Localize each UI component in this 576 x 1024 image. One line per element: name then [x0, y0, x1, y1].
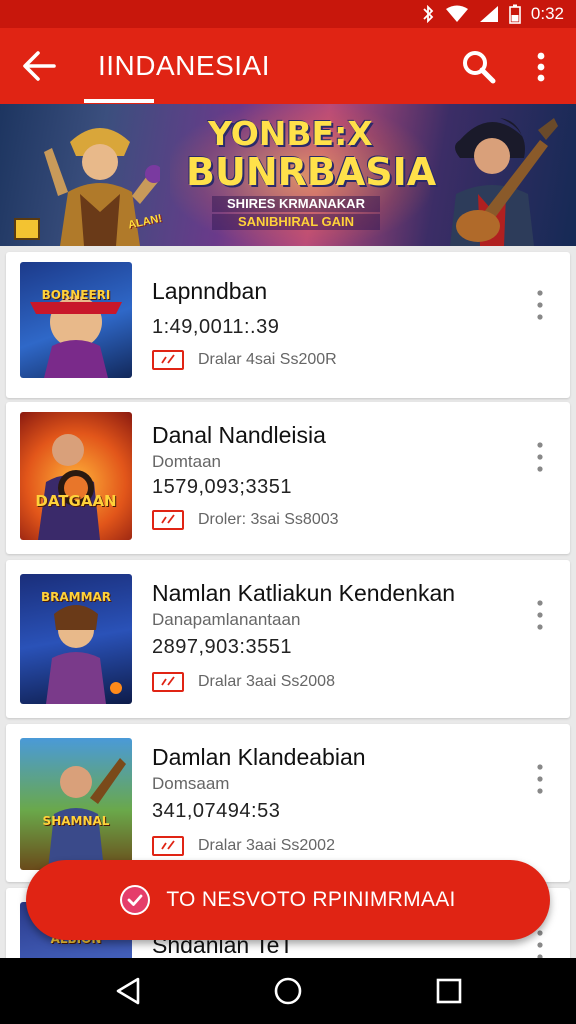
tab-indicator [84, 99, 154, 103]
item-more-icon[interactable] [532, 440, 548, 474]
item-subtitle: Danapamlanantaan [152, 610, 301, 629]
primary-action-button[interactable]: TO NESVOTO RPINIMRMAAI [26, 860, 550, 940]
back-arrow-icon[interactable] [20, 48, 60, 84]
item-more-icon[interactable] [532, 928, 548, 962]
page-title: IINDANESIAI [98, 50, 270, 81]
game-thumbnail: DATGAAN [20, 412, 132, 540]
ticket-icon [152, 350, 184, 370]
item-name: Namlan Katliakun Kendenkan [152, 580, 456, 606]
game-thumbnail: BRAMMAR [20, 574, 132, 704]
ticket-icon [152, 510, 184, 530]
banner-subtitle-2: SANIBHIRAL GAIN [212, 214, 380, 230]
signal-icon [479, 6, 498, 22]
banner-headline-2: BUNRBASIA [186, 150, 437, 194]
game-thumbnail: BORNEERI [20, 262, 132, 378]
status-time: 0:32 [530, 4, 564, 23]
status-bar: 0:32 [0, 0, 576, 28]
banner-badge-left [14, 218, 40, 240]
item-more-icon[interactable] [532, 598, 548, 632]
more-vert-icon[interactable] [527, 48, 555, 86]
item-meta-text: Dralar 3aai Ss2002 [198, 837, 335, 854]
wifi-icon [445, 5, 468, 22]
hero-right-illustration [450, 118, 558, 246]
nav-home-icon[interactable] [273, 976, 303, 1006]
item-name: Damlan Klandeabian [152, 744, 366, 770]
list-item[interactable]: BORNEERI Lapnndban 1:49,0011:.39 Dralar … [6, 252, 570, 398]
list-item[interactable]: BRAMMAR Namlan Katliakun Kendenkan Danap… [6, 560, 570, 718]
item-meta: Droler: 3sai Ss8003 [152, 510, 339, 530]
thumbnail-title: SHAMNAL [42, 814, 110, 828]
game-thumbnail: SHAMNAL [20, 738, 132, 870]
thumbnail-title: DATGAAN [35, 492, 117, 510]
system-nav-bar [0, 958, 576, 1024]
item-subtitle: Domsaam [152, 774, 230, 793]
app-bar: IINDANESIAI [0, 28, 576, 104]
item-meta: Dralar 4sai Ss200R [152, 350, 337, 370]
ticket-icon [152, 672, 184, 692]
item-number: 341,07494:53 [152, 800, 281, 822]
list-item[interactable]: SHAMNAL Damlan Klandeabian Domsaam 341,0… [6, 724, 570, 882]
bluetooth-icon [423, 5, 434, 23]
item-meta-text: Dralar 3aai Ss2008 [198, 673, 335, 690]
item-meta-text: Droler: 3sai Ss8003 [198, 511, 339, 528]
item-number: 2897,903:3551 [152, 636, 292, 658]
ticket-icon [152, 836, 184, 856]
item-more-icon[interactable] [532, 762, 548, 796]
nav-back-icon[interactable] [114, 976, 144, 1006]
primary-action-label: TO NESVOTO RPINIMRMAAI [166, 888, 456, 911]
banner-subtitle-1: SHIRES KRMANAKAR [212, 196, 380, 212]
item-name: Lapnndban [152, 278, 268, 304]
banner-headline-1: YONBE:X [208, 114, 373, 153]
item-subtitle: Domtaan [152, 452, 221, 471]
item-meta: Dralar 3aai Ss2002 [152, 836, 335, 856]
item-meta-text: Dralar 4sai Ss200R [198, 351, 337, 368]
item-number: 1579,093;3351 [152, 476, 292, 498]
battery-icon [509, 4, 521, 24]
check-circle-icon [120, 885, 151, 915]
item-number: 1:49,0011:.39 [152, 316, 280, 338]
nav-recents-icon[interactable] [434, 976, 464, 1006]
item-more-icon[interactable] [532, 288, 548, 322]
thumbnail-title: BORNEERI [41, 288, 111, 302]
item-name: Danal Nandleisia [152, 422, 326, 448]
item-meta: Dralar 3aai Ss2008 [152, 672, 335, 692]
thumbnail-title: BRAMMAR [40, 590, 112, 604]
search-icon[interactable] [460, 48, 498, 86]
list-item[interactable]: DATGAAN Danal Nandleisia Domtaan 1579,09… [6, 402, 570, 554]
